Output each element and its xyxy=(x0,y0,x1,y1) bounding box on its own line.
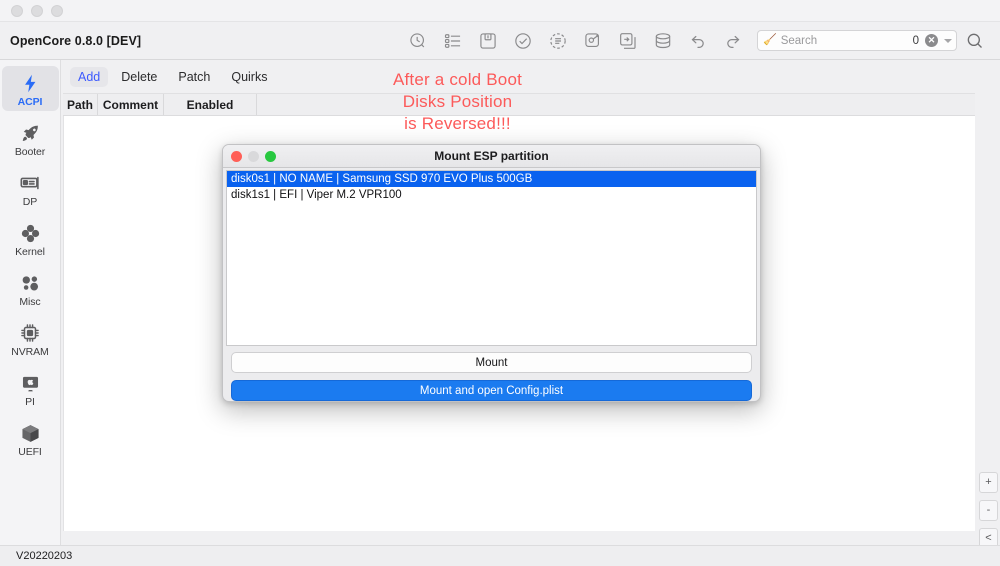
search-result-count: 0 xyxy=(912,34,919,47)
status-bar: V20220203 xyxy=(0,545,1000,566)
app-window: OpenCore 0.8.0 [DEV] 🧹 Search 0 ✕ ACPI B… xyxy=(0,0,1000,566)
dialog-zoom-button[interactable] xyxy=(265,150,276,162)
dialog-close-button[interactable] xyxy=(231,150,242,162)
rocket-icon xyxy=(20,120,41,144)
export-icon[interactable] xyxy=(617,30,639,52)
redo-icon[interactable] xyxy=(722,30,744,52)
sidebar-label-dp: DP xyxy=(22,196,38,208)
window-zoom-button[interactable] xyxy=(51,4,63,17)
search-input[interactable]: 🧹 Search 0 ✕ xyxy=(757,30,957,51)
annotation-line-1: After a cold Boot xyxy=(392,70,523,89)
disk-list[interactable]: disk0s1 | NO NAME | Samsung SSD 970 EVO … xyxy=(226,170,757,346)
sidebar-item-pi[interactable]: PI xyxy=(2,366,59,411)
check-circle-icon[interactable] xyxy=(512,30,534,52)
lightning-bolt-icon xyxy=(20,70,41,94)
window-minimize-button[interactable] xyxy=(31,4,43,17)
sidebar-label-kernel: Kernel xyxy=(15,246,45,258)
add-row-button[interactable]: + xyxy=(979,472,998,493)
disk-list-item[interactable]: disk1s1 | EFI | Viper M.2 VPR100 xyxy=(227,187,756,203)
column-header-comment[interactable]: Comment xyxy=(98,94,164,115)
window-titlebar xyxy=(0,0,1000,22)
dialog-title: Mount ESP partition xyxy=(434,149,549,163)
list-icon[interactable] xyxy=(442,30,464,52)
device-card-icon xyxy=(19,170,41,194)
version-label: V20220203 xyxy=(16,550,73,562)
dialog-titlebar: Mount ESP partition xyxy=(223,145,760,168)
sidebar-label-nvram: NVRAM xyxy=(11,346,49,358)
disk-list-item[interactable]: disk0s1 | NO NAME | Samsung SSD 970 EVO … xyxy=(227,171,756,187)
dialog-traffic-lights xyxy=(231,150,276,162)
chevron-down-icon[interactable] xyxy=(944,38,952,43)
sidebar-item-uefi[interactable]: UEFI xyxy=(2,416,59,461)
window-close-button[interactable] xyxy=(11,4,23,17)
bubbles-icon xyxy=(20,270,41,294)
sidebar-item-nvram[interactable]: NVRAM xyxy=(2,316,59,361)
annotation-line-2: Disks Position xyxy=(402,92,513,111)
dialog-minimize-button[interactable] xyxy=(248,150,259,162)
sidebar-item-misc[interactable]: Misc xyxy=(2,266,59,311)
sidebar-item-acpi[interactable]: ACPI xyxy=(1,66,59,111)
cube-icon xyxy=(20,420,41,444)
chip-icon xyxy=(19,320,41,344)
sidebar-item-booter[interactable]: Booter xyxy=(2,116,59,161)
database-icon[interactable] xyxy=(652,30,674,52)
search-placeholder: Search xyxy=(780,34,818,47)
sidebar-item-dp[interactable]: DP xyxy=(2,166,59,211)
clear-search-icon[interactable]: ✕ xyxy=(925,34,938,47)
tab-patch[interactable]: Patch xyxy=(170,67,218,87)
mount-and-open-config-button[interactable]: Mount and open Config.plist xyxy=(231,380,752,401)
list-circle-icon[interactable] xyxy=(547,30,569,52)
lasso-key-icon[interactable] xyxy=(582,30,604,52)
search-icon[interactable] xyxy=(965,31,985,51)
save-floppy-icon[interactable] xyxy=(477,30,499,52)
history-search-icon[interactable] xyxy=(407,30,429,52)
app-title: OpenCore 0.8.0 [DEV] xyxy=(10,33,142,48)
toolbar-icon-group: 🧹 Search 0 ✕ xyxy=(407,30,1000,52)
dialog-button-group: Mount Mount and open Config.plist xyxy=(223,346,760,401)
tab-add[interactable]: Add xyxy=(70,66,109,87)
sidebar-item-kernel[interactable]: Kernel xyxy=(2,216,59,261)
annotation-overlay: After a cold Boot Disks Position is Reve… xyxy=(355,69,560,135)
toolbar: OpenCore 0.8.0 [DEV] 🧹 Search 0 ✕ xyxy=(0,22,1000,60)
tab-quirks[interactable]: Quirks xyxy=(223,67,275,87)
sidebar-label-acpi: ACPI xyxy=(17,96,43,108)
sidebar-label-uefi: UEFI xyxy=(18,446,42,458)
sidebar-label-misc: Misc xyxy=(19,296,41,308)
display-apple-icon xyxy=(20,370,41,394)
tab-delete[interactable]: Delete xyxy=(113,67,165,87)
broom-icon: 🧹 xyxy=(763,34,777,46)
mount-button[interactable]: Mount xyxy=(231,352,752,373)
sidebar: ACPI Booter DP Kernel Misc NVRAM PI UEFI xyxy=(0,60,61,545)
clover-icon xyxy=(20,220,41,244)
column-header-enabled[interactable]: Enabled xyxy=(164,94,257,115)
undo-icon[interactable] xyxy=(687,30,709,52)
remove-row-button[interactable]: - xyxy=(979,500,998,521)
column-header-path[interactable]: Path xyxy=(63,94,98,115)
annotation-line-3: is Reversed!!! xyxy=(404,114,511,133)
search-area: 🧹 Search 0 ✕ xyxy=(757,30,994,51)
sidebar-label-booter: Booter xyxy=(14,146,46,158)
sidebar-label-pi: PI xyxy=(25,396,35,408)
mount-esp-dialog: Mount ESP partition disk0s1 | NO NAME | … xyxy=(222,144,761,402)
